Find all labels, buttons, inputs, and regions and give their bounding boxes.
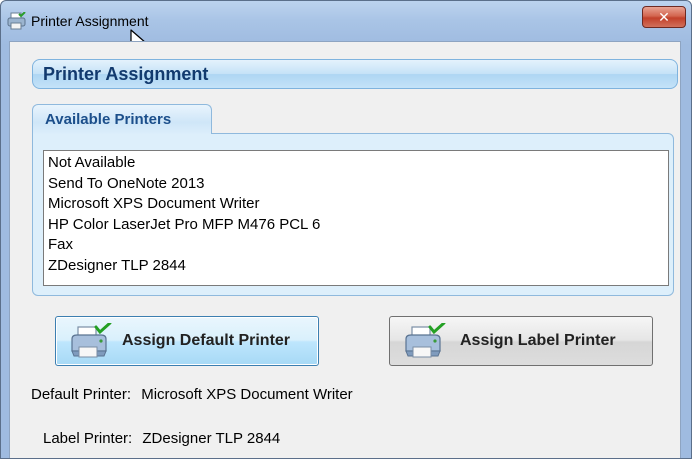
default-printer-label: Default Printer: xyxy=(31,386,132,403)
printer-check-icon xyxy=(405,323,446,358)
tab-available-printers[interactable]: Available Printers xyxy=(32,104,212,134)
button-label: Assign Default Printer xyxy=(122,332,291,349)
title-bar[interactable]: Printer Assignment ✕ xyxy=(1,1,691,41)
list-item[interactable]: Microsoft XPS Document Writer xyxy=(48,194,664,215)
button-label: Assign Label Printer xyxy=(460,332,616,349)
label-printer-label: Label Printer: xyxy=(43,430,133,447)
header-banner: Printer Assignment xyxy=(32,59,678,89)
label-printer-info: Label Printer: ZDesigner TLP 2844 xyxy=(43,430,280,447)
list-item[interactable]: Send To OneNote 2013 xyxy=(48,174,664,195)
assign-label-printer-button[interactable]: Assign Label Printer xyxy=(389,316,653,366)
dialog-content: Printer Assignment Available Printers No… xyxy=(9,41,681,458)
list-item[interactable]: ZDesigner TLP 2844 xyxy=(48,256,664,277)
list-item[interactable]: Fax xyxy=(48,235,664,256)
available-printers-panel: Not Available Send To OneNote 2013 Micro… xyxy=(32,133,674,296)
close-button[interactable]: ✕ xyxy=(642,6,686,28)
close-icon: ✕ xyxy=(658,9,670,25)
label-printer-value: ZDesigner TLP 2844 xyxy=(142,430,281,447)
assign-default-printer-button[interactable]: Assign Default Printer xyxy=(55,316,319,366)
default-printer-value: Microsoft XPS Document Writer xyxy=(141,386,353,403)
printer-assignment-window: Printer Assignment ✕ Printer Assignment … xyxy=(0,0,692,459)
list-item[interactable]: Not Available xyxy=(48,153,664,174)
default-printer-info: Default Printer: Microsoft XPS Document … xyxy=(31,386,353,403)
page-title: Printer Assignment xyxy=(43,64,209,84)
tab-label: Available Printers xyxy=(45,111,172,128)
printer-listbox[interactable]: Not Available Send To OneNote 2013 Micro… xyxy=(43,150,669,286)
window-title: Printer Assignment xyxy=(31,13,149,29)
printer-icon xyxy=(7,12,26,30)
printer-check-icon xyxy=(71,323,112,358)
list-item[interactable]: HP Color LaserJet Pro MFP M476 PCL 6 xyxy=(48,215,664,236)
